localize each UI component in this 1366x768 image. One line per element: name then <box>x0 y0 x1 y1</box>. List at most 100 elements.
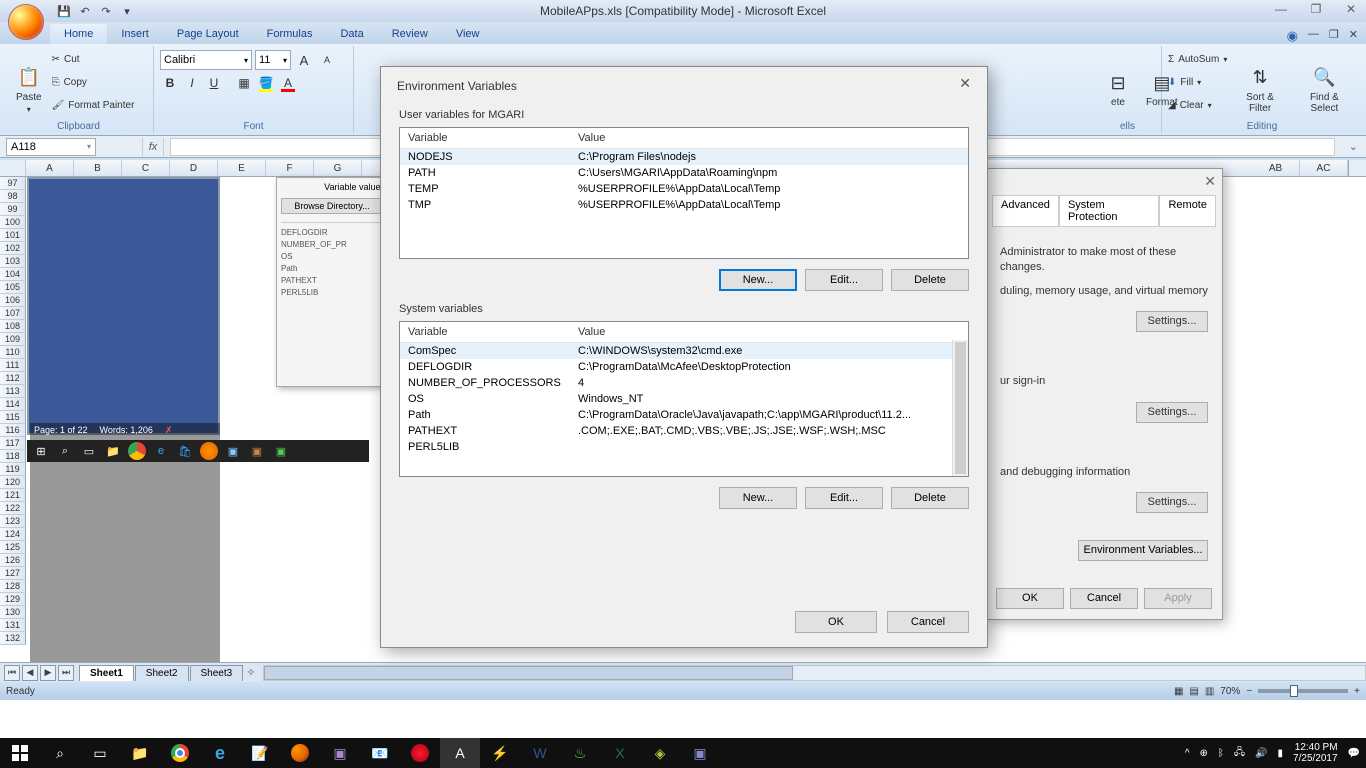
col-header[interactable]: AC <box>1300 160 1348 176</box>
tray-app-icon[interactable]: ⊕ <box>1200 748 1208 759</box>
row-header[interactable]: 104 <box>0 268 26 281</box>
shrink-font-icon[interactable]: A <box>317 50 337 70</box>
sys-var-row[interactable]: ComSpec C:\WINDOWS\system32\cmd.exe <box>400 343 968 359</box>
notepad-icon[interactable]: 📝 <box>240 738 280 768</box>
sheet-tab[interactable]: Sheet2 <box>135 665 189 681</box>
row-header[interactable]: 122 <box>0 502 26 515</box>
row-header[interactable]: 109 <box>0 333 26 346</box>
sysprops-cancel-button[interactable]: Cancel <box>1070 588 1138 609</box>
font-color-button[interactable]: A <box>278 73 298 93</box>
row-header[interactable]: 117 <box>0 437 26 450</box>
col-header[interactable]: C <box>122 160 170 176</box>
zoom-out-icon[interactable]: − <box>1246 686 1252 697</box>
sheet-nav-prev[interactable]: ◀ <box>22 665 38 681</box>
row-header[interactable]: 98 <box>0 190 26 203</box>
row-header[interactable]: 97 <box>0 177 26 190</box>
start-button[interactable] <box>0 738 40 768</box>
maximize-icon[interactable]: ❐ <box>1306 0 1326 18</box>
settings-button-startup[interactable]: Settings... <box>1136 492 1208 513</box>
sys-var-row[interactable]: OS Windows_NT <box>400 391 968 407</box>
edge-icon[interactable]: e <box>200 738 240 768</box>
redo-icon[interactable]: ↷ <box>97 2 115 20</box>
zoom-in-icon[interactable]: + <box>1354 686 1360 697</box>
sysprops-close-icon[interactable]: ✕ <box>1204 173 1216 190</box>
sysprops-apply-button[interactable]: Apply <box>1144 588 1212 609</box>
sysprops-ok-button[interactable]: OK <box>996 588 1064 609</box>
italic-button[interactable]: I <box>182 73 202 93</box>
sheet-tab[interactable]: Sheet1 <box>79 665 134 681</box>
env-close-icon[interactable]: ✕ <box>959 75 971 92</box>
close-icon[interactable]: ✕ <box>1341 0 1361 18</box>
row-header[interactable]: 128 <box>0 580 26 593</box>
name-box[interactable]: A118▾ <box>6 138 96 156</box>
sysprops-tab-remote[interactable]: Remote <box>1159 195 1216 227</box>
bold-button[interactable]: B <box>160 73 180 93</box>
formula-expand-icon[interactable]: ⌄ <box>1341 140 1366 153</box>
row-header[interactable]: 126 <box>0 554 26 567</box>
row-header[interactable]: 129 <box>0 593 26 606</box>
doc-restore-icon[interactable]: ❐ <box>1329 28 1339 44</box>
col-header[interactable]: E <box>218 160 266 176</box>
env-cancel-button[interactable]: Cancel <box>887 611 969 633</box>
underline-button[interactable]: U <box>204 73 224 93</box>
environment-variables-button[interactable]: Environment Variables... <box>1078 540 1208 561</box>
row-header[interactable]: 118 <box>0 450 26 463</box>
user-vars-list[interactable]: Variable Value NODEJS C:\Program Files\n… <box>399 127 969 259</box>
sys-var-row[interactable]: NUMBER_OF_PROCESSORS 4 <box>400 375 968 391</box>
android-studio-icon[interactable]: ◈ <box>640 738 680 768</box>
grow-font-icon[interactable]: A <box>294 50 314 70</box>
help-icon[interactable]: ◉ <box>1287 28 1298 44</box>
tray-battery-icon[interactable]: ▮ <box>1278 748 1284 759</box>
row-header[interactable]: 111 <box>0 359 26 372</box>
doc-minimize-icon[interactable]: — <box>1308 28 1319 44</box>
word-icon[interactable]: W <box>520 738 560 768</box>
sysprops-tab-advanced[interactable]: Advanced <box>992 195 1059 227</box>
sheet-nav-last[interactable]: ⏭ <box>58 665 74 681</box>
row-header[interactable]: 130 <box>0 606 26 619</box>
delete-button[interactable]: ⊟ete <box>1100 48 1136 131</box>
col-header[interactable]: A <box>26 160 74 176</box>
col-header[interactable]: G <box>314 160 362 176</box>
col-header[interactable]: AB <box>1252 160 1300 176</box>
settings-button-perf[interactable]: Settings... <box>1136 311 1208 332</box>
view-break-icon[interactable]: ▥ <box>1205 686 1214 697</box>
user-var-row[interactable]: PATH C:\Users\MGARI\AppData\Roaming\npm <box>400 165 968 181</box>
tray-chevron-icon[interactable]: ^ <box>1185 748 1190 759</box>
col-header-variable[interactable]: Variable <box>400 322 570 342</box>
tab-review[interactable]: Review <box>378 24 442 44</box>
new-sheet-icon[interactable]: ✧ <box>246 666 255 679</box>
row-header[interactable]: 108 <box>0 320 26 333</box>
row-header[interactable]: 100 <box>0 216 26 229</box>
adobe-icon[interactable]: A <box>440 738 480 768</box>
font-name-combo[interactable]: Calibri▾ <box>160 50 252 70</box>
format-painter-button[interactable]: 🖌Format Painter <box>52 94 135 116</box>
sheet-tab[interactable]: Sheet3 <box>190 665 244 681</box>
row-header[interactable]: 119 <box>0 463 26 476</box>
app-icon[interactable]: ♨ <box>560 738 600 768</box>
row-header[interactable]: 101 <box>0 229 26 242</box>
row-header[interactable]: 123 <box>0 515 26 528</box>
autosum-button[interactable]: ΣAutoSum▾ <box>1168 48 1227 70</box>
sys-var-row[interactable]: Path C:\ProgramData\Oracle\Java\javapath… <box>400 407 968 423</box>
row-header[interactable]: 125 <box>0 541 26 554</box>
col-header[interactable]: B <box>74 160 122 176</box>
col-header[interactable]: F <box>266 160 314 176</box>
row-header[interactable]: 116 <box>0 424 26 437</box>
outlook-icon[interactable]: 📧 <box>360 738 400 768</box>
row-header[interactable]: 132 <box>0 632 26 645</box>
row-header[interactable]: 115 <box>0 411 26 424</box>
sort-filter-button[interactable]: ⇅Sort & Filter <box>1231 48 1288 131</box>
fill-button[interactable]: ⬇Fill▾ <box>1168 71 1227 93</box>
row-header[interactable]: 102 <box>0 242 26 255</box>
tray-volume-icon[interactable]: 🔊 <box>1255 748 1267 759</box>
taskview-icon[interactable]: ▭ <box>80 738 120 768</box>
browse-directory-button[interactable]: Browse Directory... <box>281 198 383 214</box>
user-new-button[interactable]: New... <box>719 269 797 291</box>
app-icon[interactable]: ▣ <box>680 738 720 768</box>
zoom-slider[interactable] <box>1258 689 1348 693</box>
sys-new-button[interactable]: New... <box>719 487 797 509</box>
row-header[interactable]: 107 <box>0 307 26 320</box>
view-layout-icon[interactable]: ▤ <box>1189 686 1198 697</box>
row-header[interactable]: 120 <box>0 476 26 489</box>
row-header[interactable]: 106 <box>0 294 26 307</box>
